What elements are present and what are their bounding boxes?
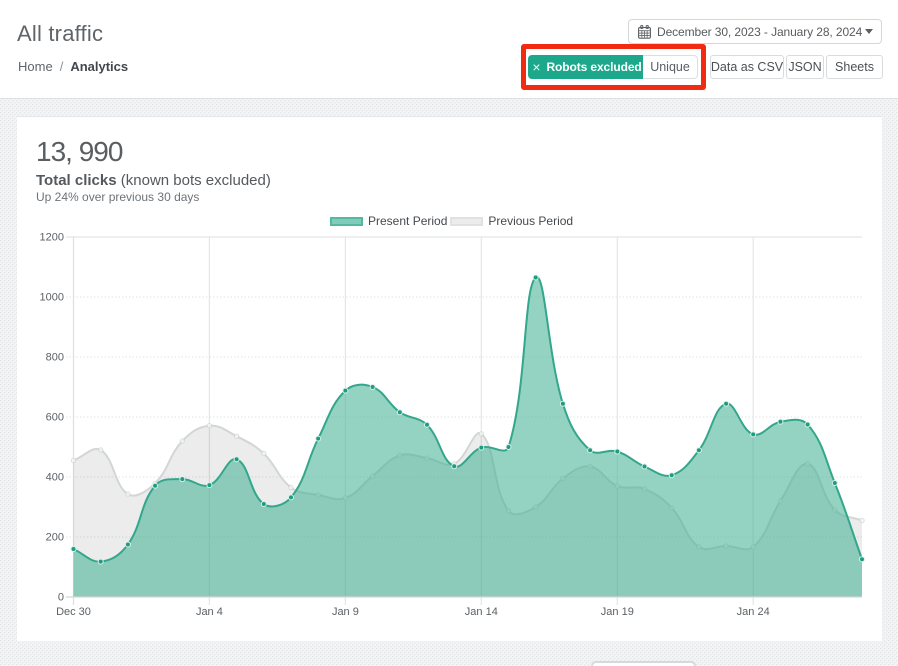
svg-text:Jan 24: Jan 24: [737, 606, 770, 618]
svg-text:600: 600: [46, 412, 64, 424]
svg-text:Jan 19: Jan 19: [601, 606, 634, 618]
svg-text:Dec 30: Dec 30: [56, 606, 91, 618]
svg-text:0: 0: [58, 592, 64, 604]
svg-text:400: 400: [46, 472, 64, 484]
svg-text:Jan 4: Jan 4: [196, 606, 223, 618]
svg-text:Jan 14: Jan 14: [465, 606, 498, 618]
svg-text:200: 200: [46, 532, 64, 544]
svg-text:1000: 1000: [40, 292, 64, 304]
svg-text:800: 800: [46, 352, 64, 364]
svg-text:1200: 1200: [40, 232, 64, 244]
svg-text:Jan 9: Jan 9: [332, 606, 359, 618]
